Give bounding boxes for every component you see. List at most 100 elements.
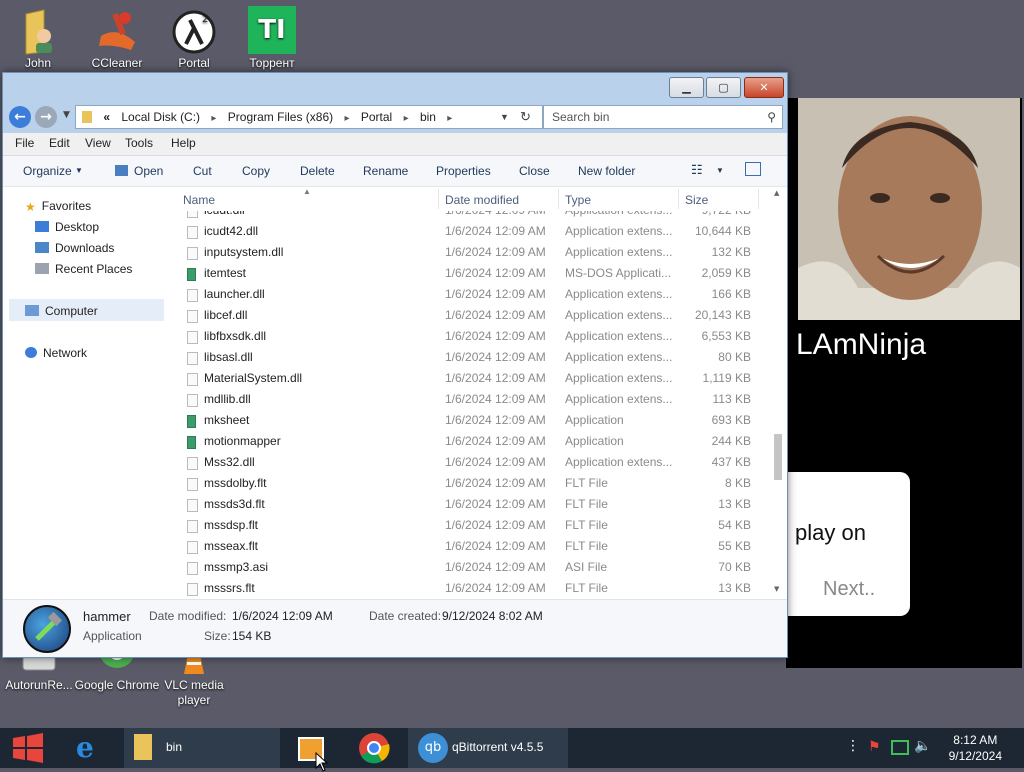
tray-overflow-icon[interactable]: ⋮ xyxy=(846,738,860,754)
taskbar-chrome[interactable] xyxy=(344,728,404,768)
taskbar-media-player[interactable] xyxy=(284,728,340,768)
file-row[interactable]: msseax.flt 1/6/2024 12:09 AM FLT File 55 KB xyxy=(173,536,773,557)
crumb-separator-icon[interactable]: ▸ xyxy=(447,108,452,130)
organize-chevron-icon[interactable]: ▼ xyxy=(75,166,83,175)
desktop-icon-vlc[interactable]: VLC media player xyxy=(149,650,239,708)
menu-edit[interactable]: Edit xyxy=(49,136,70,150)
crumb-portal[interactable]: Portal xyxy=(361,106,392,128)
scroll-down-arrow-icon[interactable]: ▼ xyxy=(774,585,779,593)
scrollbar-thumb[interactable] xyxy=(774,434,782,480)
nav-recent-places[interactable]: Recent Places xyxy=(35,262,132,276)
cut-button[interactable]: Cut xyxy=(193,164,212,178)
next-link[interactable]: Next.. xyxy=(823,578,875,601)
column-divider[interactable] xyxy=(678,189,679,209)
menu-tools[interactable]: Tools xyxy=(125,136,153,150)
refresh-icon[interactable]: ↻ xyxy=(520,106,531,128)
file-row[interactable]: inputsystem.dll 1/6/2024 12:09 AM Applicat… xyxy=(173,242,773,263)
nav-desktop[interactable]: Desktop xyxy=(35,220,99,234)
column-name[interactable]: Name xyxy=(183,187,215,211)
network-tray-icon[interactable] xyxy=(891,740,909,755)
properties-button[interactable]: Properties xyxy=(436,164,491,178)
view-chevron-icon[interactable]: ▼ xyxy=(716,166,724,175)
menu-file[interactable]: File xyxy=(15,136,34,150)
desktop-icon-portal[interactable]: 2 Portal xyxy=(149,6,239,71)
menu-help[interactable]: Help xyxy=(171,136,196,150)
organize-button[interactable]: Organize xyxy=(23,164,72,178)
volume-muted-icon[interactable]: 🔈 xyxy=(914,738,931,754)
close-button[interactable]: Close xyxy=(519,164,550,178)
desktop-icon-john[interactable]: John xyxy=(0,6,83,71)
address-dropdown-icon[interactable]: ▼ xyxy=(500,106,509,128)
file-row[interactable]: libcef.dll 1/6/2024 12:09 AM Application e… xyxy=(173,305,773,326)
maximize-button[interactable]: ▢ xyxy=(706,77,741,98)
delete-button[interactable]: Delete xyxy=(300,164,335,178)
close-window-button[interactable]: ✕ xyxy=(744,77,784,98)
file-row[interactable]: mssds3d.flt 1/6/2024 12:09 AM FLT File 13 K… xyxy=(173,494,773,515)
rename-button[interactable]: Rename xyxy=(363,164,408,178)
file-row[interactable]: MaterialSystem.dll 1/6/2024 12:09 AM Appli… xyxy=(173,368,773,389)
nav-downloads[interactable]: Downloads xyxy=(35,241,114,255)
column-date-modified[interactable]: Date modified xyxy=(445,187,519,211)
back-arrow-icon[interactable]: ← xyxy=(9,106,31,128)
file-row[interactable]: msssrs.flt 1/6/2024 12:09 AM FLT File 13 KB xyxy=(173,578,773,597)
file-row[interactable]: libfbxsdk.dll 1/6/2024 12:09 AM Applicatio… xyxy=(173,326,773,347)
column-type[interactable]: Type xyxy=(565,187,591,211)
desktop-icon-torrent[interactable]: TI Торрент xyxy=(227,6,317,71)
taskbar-explorer-bin[interactable]: bin xyxy=(124,728,280,768)
file-row[interactable]: icudt.dll 1/6/2024 12:09 AM Application ex… xyxy=(173,211,773,221)
vertical-scrollbar[interactable]: ▲ ▼ xyxy=(771,187,785,597)
column-divider[interactable] xyxy=(558,189,559,209)
taskbar-ie-button[interactable]: e xyxy=(62,728,118,768)
tray-clock[interactable]: 8:12 AM 9/12/2024 xyxy=(949,732,1002,764)
file-row[interactable]: mssdolby.flt 1/6/2024 12:09 AM FLT File 8 K… xyxy=(173,473,773,494)
file-name: mksheet xyxy=(204,413,250,427)
nav-favorites[interactable]: ★ Favorites xyxy=(25,199,91,214)
file-size: 244 KB xyxy=(711,434,751,448)
file-name: launcher.dll xyxy=(204,287,265,301)
details-file-type: Application xyxy=(83,629,142,643)
search-input[interactable]: Search bin ⚲ xyxy=(543,105,783,129)
file-row[interactable]: Mss32.dll 1/6/2024 12:09 AM Application ex… xyxy=(173,452,773,473)
minimize-button[interactable]: ▁ xyxy=(669,77,704,98)
search-icon[interactable]: ⚲ xyxy=(767,106,776,128)
file-row[interactable]: mksheet 1/6/2024 12:09 AM Application 693 K… xyxy=(173,410,773,431)
crumb-local-disk[interactable]: Local Disk (C:) xyxy=(121,106,200,128)
column-divider[interactable] xyxy=(758,189,759,209)
file-row[interactable]: mssdsp.flt 1/6/2024 12:09 AM FLT File 54 KB xyxy=(173,515,773,536)
copy-button[interactable]: Copy xyxy=(242,164,270,178)
file-row[interactable]: icudt42.dll 1/6/2024 12:09 AM Application … xyxy=(173,221,773,242)
nav-computer[interactable]: Computer xyxy=(25,304,98,318)
action-center-flag-icon[interactable]: ⚑ xyxy=(868,739,881,755)
recent-locations-chevron-icon[interactable]: ▼ xyxy=(63,110,70,120)
address-overflow[interactable]: « xyxy=(103,106,110,128)
forward-arrow-icon[interactable]: → xyxy=(35,106,57,128)
file-row[interactable]: mdllib.dll 1/6/2024 12:09 AM Application e… xyxy=(173,389,773,410)
file-row[interactable]: mssmp3.asi 1/6/2024 12:09 AM ASI File 70 KB xyxy=(173,557,773,578)
column-divider[interactable] xyxy=(438,189,439,209)
address-bar[interactable]: « Local Disk (C:) ▸ Program Files (x86) … xyxy=(75,105,543,129)
file-row[interactable]: motionmapper 1/6/2024 12:09 AM Application… xyxy=(173,431,773,452)
file-size: 8 KB xyxy=(724,476,751,490)
file-row[interactable]: itemtest 1/6/2024 12:09 AM MS-DOS Applicat… xyxy=(173,263,773,284)
file-row[interactable]: libsasl.dll 1/6/2024 12:09 AM Application … xyxy=(173,347,773,368)
file-name: icudt.dll xyxy=(204,211,245,221)
start-button[interactable] xyxy=(4,728,52,768)
scroll-up-arrow-icon[interactable]: ▲ xyxy=(774,189,779,197)
preview-pane-icon[interactable] xyxy=(745,162,761,176)
nav-network[interactable]: Network xyxy=(25,346,87,360)
crumb-separator-icon[interactable]: ▸ xyxy=(404,108,409,130)
menu-view[interactable]: View xyxy=(85,136,111,150)
file-row[interactable]: launcher.dll 1/6/2024 12:09 AM Application… xyxy=(173,284,773,305)
file-type: Application extens... xyxy=(565,455,673,469)
crumb-separator-icon[interactable]: ▸ xyxy=(344,108,349,130)
new-folder-button[interactable]: New folder xyxy=(578,164,635,178)
file-type: MS-DOS Applicati... xyxy=(565,266,672,280)
crumb-separator-icon[interactable]: ▸ xyxy=(211,108,216,130)
title-bar[interactable]: ▁ ▢ ✕ xyxy=(3,73,787,101)
view-options-icon[interactable]: ☷ xyxy=(691,162,703,178)
crumb-program-files[interactable]: Program Files (x86) xyxy=(228,106,333,128)
column-size[interactable]: Size xyxy=(685,187,708,211)
taskbar-qbittorrent[interactable]: qb qBittorrent v4.5.5 xyxy=(408,728,568,768)
open-button[interactable]: Open xyxy=(134,164,163,178)
crumb-bin[interactable]: bin xyxy=(420,106,436,128)
